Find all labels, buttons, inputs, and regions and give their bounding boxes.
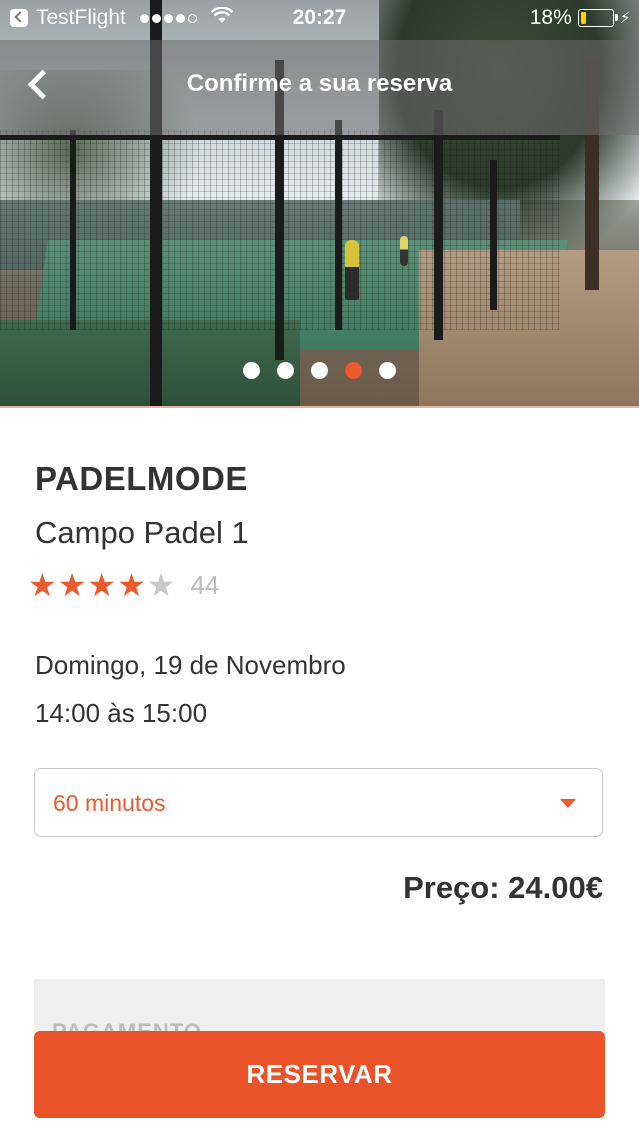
battery-icon bbox=[577, 9, 618, 27]
court-name: Campo Padel 1 bbox=[35, 515, 249, 550]
reviews-count: 44 bbox=[190, 569, 220, 600]
price-label: Preço: 24.00€ bbox=[403, 870, 603, 905]
rating-stars: ★ ★ ★ ★ ★ bbox=[28, 568, 176, 602]
status-right: 18% ⚡ bbox=[530, 6, 631, 30]
charging-bolt-icon: ⚡ bbox=[619, 10, 631, 27]
star-icon: ★ bbox=[146, 567, 176, 603]
battery-percent: 18% bbox=[529, 6, 572, 29]
carousel-dot[interactable] bbox=[311, 362, 328, 379]
photo-fence-pole bbox=[70, 130, 76, 330]
photo-fence-pole bbox=[0, 135, 560, 140]
carousel-dot[interactable] bbox=[379, 362, 396, 379]
reserve-button[interactable]: RESERVAR bbox=[34, 1031, 605, 1118]
booking-date: Domingo, 19 de Novembro bbox=[35, 650, 346, 680]
status-bar: TestFlight 20:27 18% ⚡ bbox=[0, 0, 639, 40]
photo-fence-pole bbox=[335, 120, 342, 330]
photo-bottom-edge bbox=[0, 406, 639, 408]
dropdown-caret-icon[interactable] bbox=[560, 799, 576, 808]
photo-player bbox=[345, 240, 359, 300]
booking-hours: 14:00 às 15:00 bbox=[35, 698, 208, 728]
nav-bar: Confirme a sua reserva bbox=[0, 40, 639, 135]
duration-value[interactable]: 60 minutos bbox=[53, 790, 166, 817]
carousel-dot[interactable] bbox=[345, 362, 362, 379]
star-icon: ★ bbox=[87, 567, 117, 603]
photo-fence-pole bbox=[490, 160, 497, 310]
duration-select[interactable]: 60 minutos bbox=[34, 768, 603, 837]
battery-level-fill bbox=[580, 12, 587, 24]
photo-fence-pole bbox=[434, 110, 443, 340]
carousel-dot[interactable] bbox=[277, 362, 294, 379]
carousel-dot[interactable] bbox=[243, 362, 260, 379]
reserve-button-label: RESERVAR bbox=[246, 1059, 393, 1089]
star-icon: ★ bbox=[57, 567, 87, 603]
star-icon: ★ bbox=[28, 567, 57, 603]
club-name: PADELMODE bbox=[35, 460, 248, 497]
star-icon: ★ bbox=[117, 567, 146, 603]
page-title: Confirme a sua reserva bbox=[186, 70, 453, 97]
rating: ★ ★ ★ ★ ★ 44 bbox=[28, 568, 219, 602]
photo-player bbox=[400, 236, 408, 266]
carousel-pagination[interactable] bbox=[0, 362, 639, 379]
